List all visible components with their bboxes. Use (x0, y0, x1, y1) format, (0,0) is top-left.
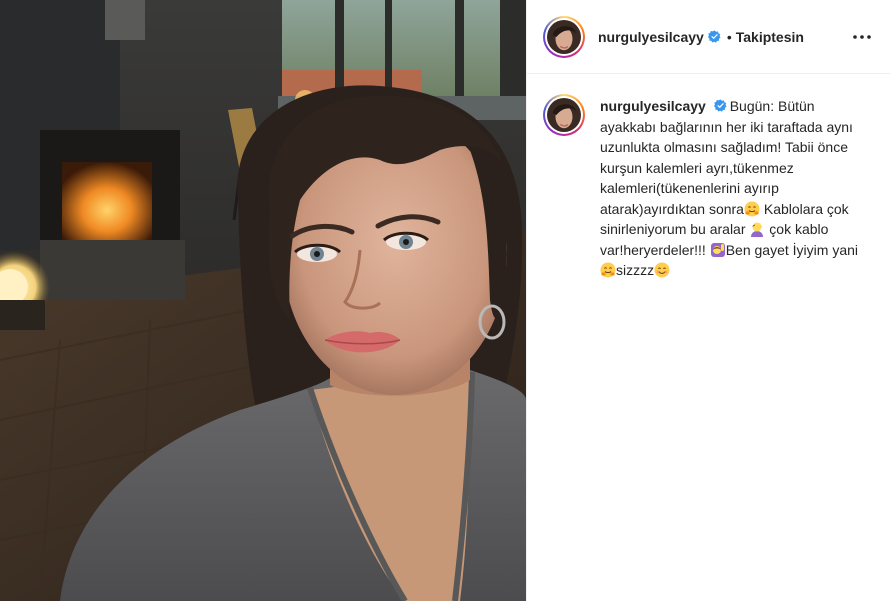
follow-status-button[interactable]: Takiptesin (736, 29, 804, 45)
woman-facepalming-emoji (751, 222, 764, 237)
smiling-face-emoji (654, 262, 670, 278)
caption-text: nurgulyesilcayy Bugün: Bütün ayakkabı ba… (600, 96, 862, 281)
selfie-photo (0, 0, 526, 601)
author-username[interactable]: nurgulyesilcayy (598, 29, 704, 45)
header-meta: nurgulyesilcayy • Takiptesin (598, 29, 842, 45)
post-header: nurgulyesilcayy • Takiptesin (527, 0, 890, 74)
verified-badge-icon (707, 30, 721, 43)
avatar-image (547, 19, 581, 54)
instagram-post: nurgulyesilcayy • Takiptesin nurgulyesil… (0, 0, 890, 601)
more-options-icon (853, 34, 871, 39)
caption-segment: Ben gayet İyiyim yani (725, 241, 859, 258)
woman-raising-hand-emoji (710, 242, 725, 257)
hugging-face-emoji (744, 201, 760, 216)
caption-segment: Bugün: Bütün ayakkabı bağlarının her iki… (600, 98, 853, 217)
caption-author-username[interactable]: nurgulyesilcayy (600, 98, 706, 114)
post-side-panel: nurgulyesilcayy • Takiptesin nurgulyesil… (526, 0, 890, 601)
more-options-button[interactable] (850, 25, 874, 49)
hugging-face-emoji (600, 262, 616, 278)
separator-dot: • (726, 28, 732, 45)
verified-badge-icon (713, 99, 727, 112)
caption-author-avatar[interactable] (543, 94, 585, 136)
author-avatar[interactable] (543, 15, 585, 58)
post-photo[interactable] (0, 0, 526, 601)
caption-segment: sizzzz (616, 262, 655, 278)
post-caption: nurgulyesilcayy Bugün: Bütün ayakkabı ba… (527, 74, 890, 281)
avatar-image (547, 98, 581, 132)
